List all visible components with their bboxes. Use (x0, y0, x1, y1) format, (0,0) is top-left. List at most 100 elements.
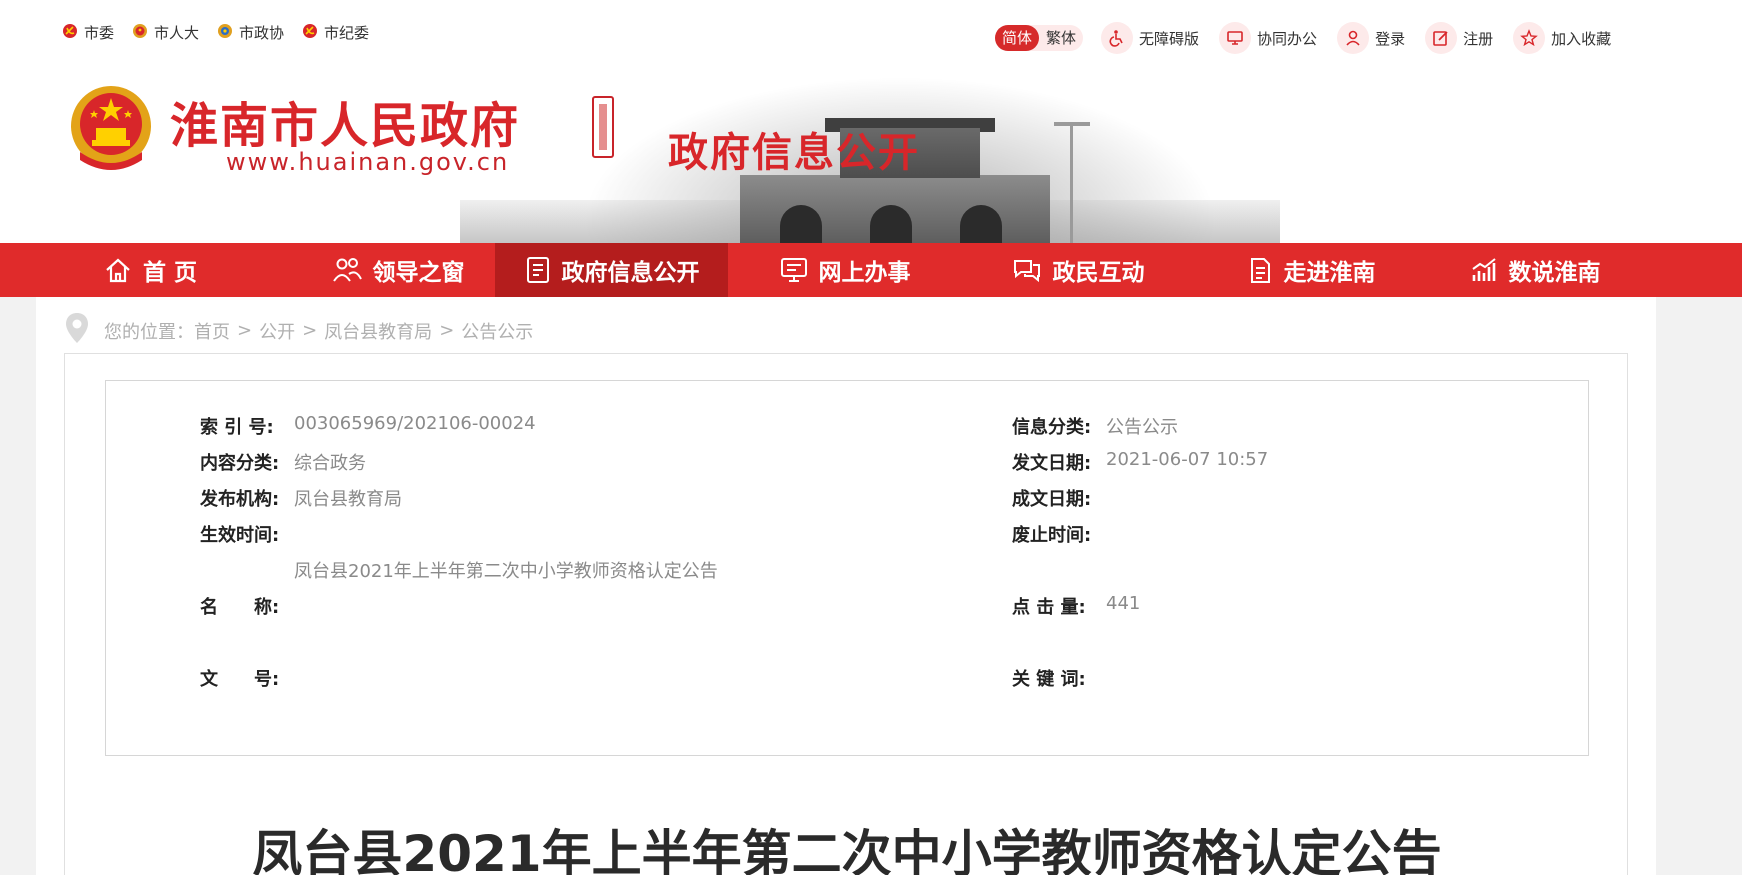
nav-label: 政民互动 (1052, 260, 1145, 286)
top-link-peoples-congress[interactable]: 市人大 (132, 22, 199, 43)
top-link-cppcc[interactable]: 市政协 (217, 22, 284, 43)
meta-clicks: 点 击 量: 441 (1012, 593, 1140, 619)
meta-value: 综合政务 (294, 453, 366, 474)
meta-label: 关 键 词: (1012, 669, 1086, 690)
people-icon (331, 255, 363, 285)
meta-label: 索 引 号: (200, 417, 274, 438)
nav-label: 数说淮南 (1508, 260, 1601, 286)
nav-leaders[interactable]: 领导之窗 (300, 243, 495, 297)
site-header: 市委 市人大 市政协 市纪委 简体 繁体 无障碍版 协同办公 登录 注册 加入收… (0, 0, 1742, 243)
star-icon (1513, 22, 1546, 54)
breadcrumb-separator: > (439, 320, 455, 341)
meta-label: 废止时间: (1012, 525, 1092, 546)
meta-index-no: 索 引 号: 003065969/202106-00024 (200, 413, 536, 439)
utility-bar: 简体 繁体 无障碍版 协同办公 登录 注册 加入收藏 (995, 22, 1631, 54)
util-label: 加入收藏 (1551, 29, 1612, 48)
meta-effective-time: 生效时间: (200, 521, 294, 547)
nav-label: 走进淮南 (1283, 260, 1376, 286)
breadcrumb-separator: > (237, 320, 253, 341)
login-link[interactable]: 登录 (1337, 22, 1405, 54)
breadcrumb-education-bureau[interactable]: 凤台县教育局 (324, 318, 432, 344)
meta-value: 凤台县教育局 (294, 489, 402, 510)
wheelchair-icon (1101, 22, 1134, 54)
meta-created-date: 成文日期: (1012, 485, 1106, 511)
meta-expire-time: 废止时间: (1012, 521, 1106, 547)
content-area: 您的位置： 首页 > 公开 > 凤台县教育局 > 公告公示 索 引 号: 003… (36, 297, 1656, 875)
meta-value: 公告公示 (1106, 417, 1178, 438)
meta-name: 名 称: (200, 593, 294, 619)
meta-label: 内容分类: (200, 453, 280, 474)
register-link[interactable]: 注册 (1425, 22, 1493, 54)
breadcrumb-home[interactable]: 首页 (194, 318, 230, 344)
breadcrumb-public[interactable]: 公开 (259, 318, 295, 344)
site-url: www.huainan.gov.cn (226, 148, 510, 176)
chart-icon (1469, 255, 1499, 285)
nav-interaction[interactable]: 政民互动 (961, 243, 1194, 297)
national-emblem-icon (132, 23, 148, 43)
breadcrumb-separator: > (302, 320, 318, 341)
red-seal-stamp (592, 96, 614, 158)
document-title: 凤台县2021年上半年第二次中小学教师资格认定公告 (252, 825, 1442, 875)
lang-simplified-button[interactable]: 简体 (995, 25, 1040, 51)
main-nav: 首 页 领导之窗 政府信息公开 网上办事 政民互动 走进淮南 数说淮南 (0, 243, 1742, 297)
meta-publisher: 发布机构: 凤台县教育局 (200, 485, 402, 511)
nav-data-huainan[interactable]: 数说淮南 (1427, 243, 1642, 297)
nav-home[interactable]: 首 页 (0, 243, 300, 297)
meta-label: 点 击 量: (1012, 597, 1086, 618)
meta-label: 文 号: (200, 669, 280, 690)
national-emblem-logo[interactable] (68, 82, 154, 176)
nav-about-huainan[interactable]: 走进淮南 (1194, 243, 1427, 297)
chat-icon (1011, 255, 1043, 285)
party-emblem-icon (62, 23, 78, 43)
nav-label: 领导之窗 (372, 260, 465, 286)
top-links: 市委 市人大 市政协 市纪委 (62, 22, 369, 43)
document-icon (524, 255, 552, 285)
util-label: 登录 (1375, 29, 1406, 48)
breadcrumb-announcements[interactable]: 公告公示 (461, 318, 533, 344)
party-emblem-icon (302, 23, 318, 43)
nav-gov-info-public[interactable]: 政府信息公开 (495, 243, 728, 297)
section-title: 政府信息公开 (668, 130, 920, 176)
util-label: 注册 (1463, 29, 1494, 48)
metadata-table: 索 引 号: 003065969/202106-00024 内容分类: 综合政务… (105, 380, 1589, 756)
meta-doc-no: 文 号: (200, 665, 294, 691)
meta-publish-date: 发文日期: 2021-06-07 10:57 (1012, 449, 1268, 475)
meta-value: 2021-06-07 10:57 (1106, 449, 1269, 470)
nav-label: 首 页 (142, 260, 197, 286)
breadcrumb: 您的位置： 首页 > 公开 > 凤台县教育局 > 公告公示 (64, 311, 533, 350)
location-pin-icon (64, 311, 90, 350)
meta-label: 发布机构: (200, 489, 280, 510)
top-link-party-committee[interactable]: 市委 (62, 22, 114, 43)
cppcc-emblem-icon (217, 23, 233, 43)
accessible-version-link[interactable]: 无障碍版 (1101, 22, 1199, 54)
meta-label: 名 称: (200, 597, 280, 618)
meta-info-category: 信息分类: 公告公示 (1012, 413, 1178, 439)
top-link-discipline-commission[interactable]: 市纪委 (302, 22, 369, 43)
home-icon (103, 255, 133, 285)
site-name: 淮南市人民政府 (170, 98, 521, 154)
meta-label-spacer (200, 557, 294, 583)
article-panel: 索 引 号: 003065969/202106-00024 内容分类: 综合政务… (64, 353, 1628, 875)
top-link-label: 市人大 (154, 24, 200, 42)
meta-keywords: 关 键 词: (1012, 665, 1106, 691)
util-label: 无障碍版 (1139, 29, 1200, 48)
meta-label: 信息分类: (1012, 417, 1092, 438)
breadcrumb-prefix: 您的位置： (104, 321, 194, 343)
collaborative-office-link[interactable]: 协同办公 (1219, 22, 1317, 54)
monitor-icon (779, 255, 809, 285)
edit-icon (1425, 22, 1458, 54)
top-link-label: 市委 (84, 24, 115, 42)
book-icon (1246, 255, 1274, 285)
meta-label: 发文日期: (1012, 453, 1092, 474)
nav-label: 政府信息公开 (561, 260, 700, 286)
nav-online-services[interactable]: 网上办事 (728, 243, 961, 297)
meta-content-category: 内容分类: 综合政务 (200, 449, 366, 475)
add-favorite-link[interactable]: 加入收藏 (1513, 22, 1611, 54)
lang-traditional-button[interactable]: 繁体 (1039, 25, 1083, 51)
language-switch: 简体 繁体 (995, 25, 1084, 51)
top-link-label: 市纪委 (324, 24, 370, 42)
top-link-label: 市政协 (239, 24, 285, 42)
user-icon (1337, 22, 1370, 54)
monitor-icon (1219, 22, 1252, 54)
meta-value: 441 (1106, 593, 1141, 614)
